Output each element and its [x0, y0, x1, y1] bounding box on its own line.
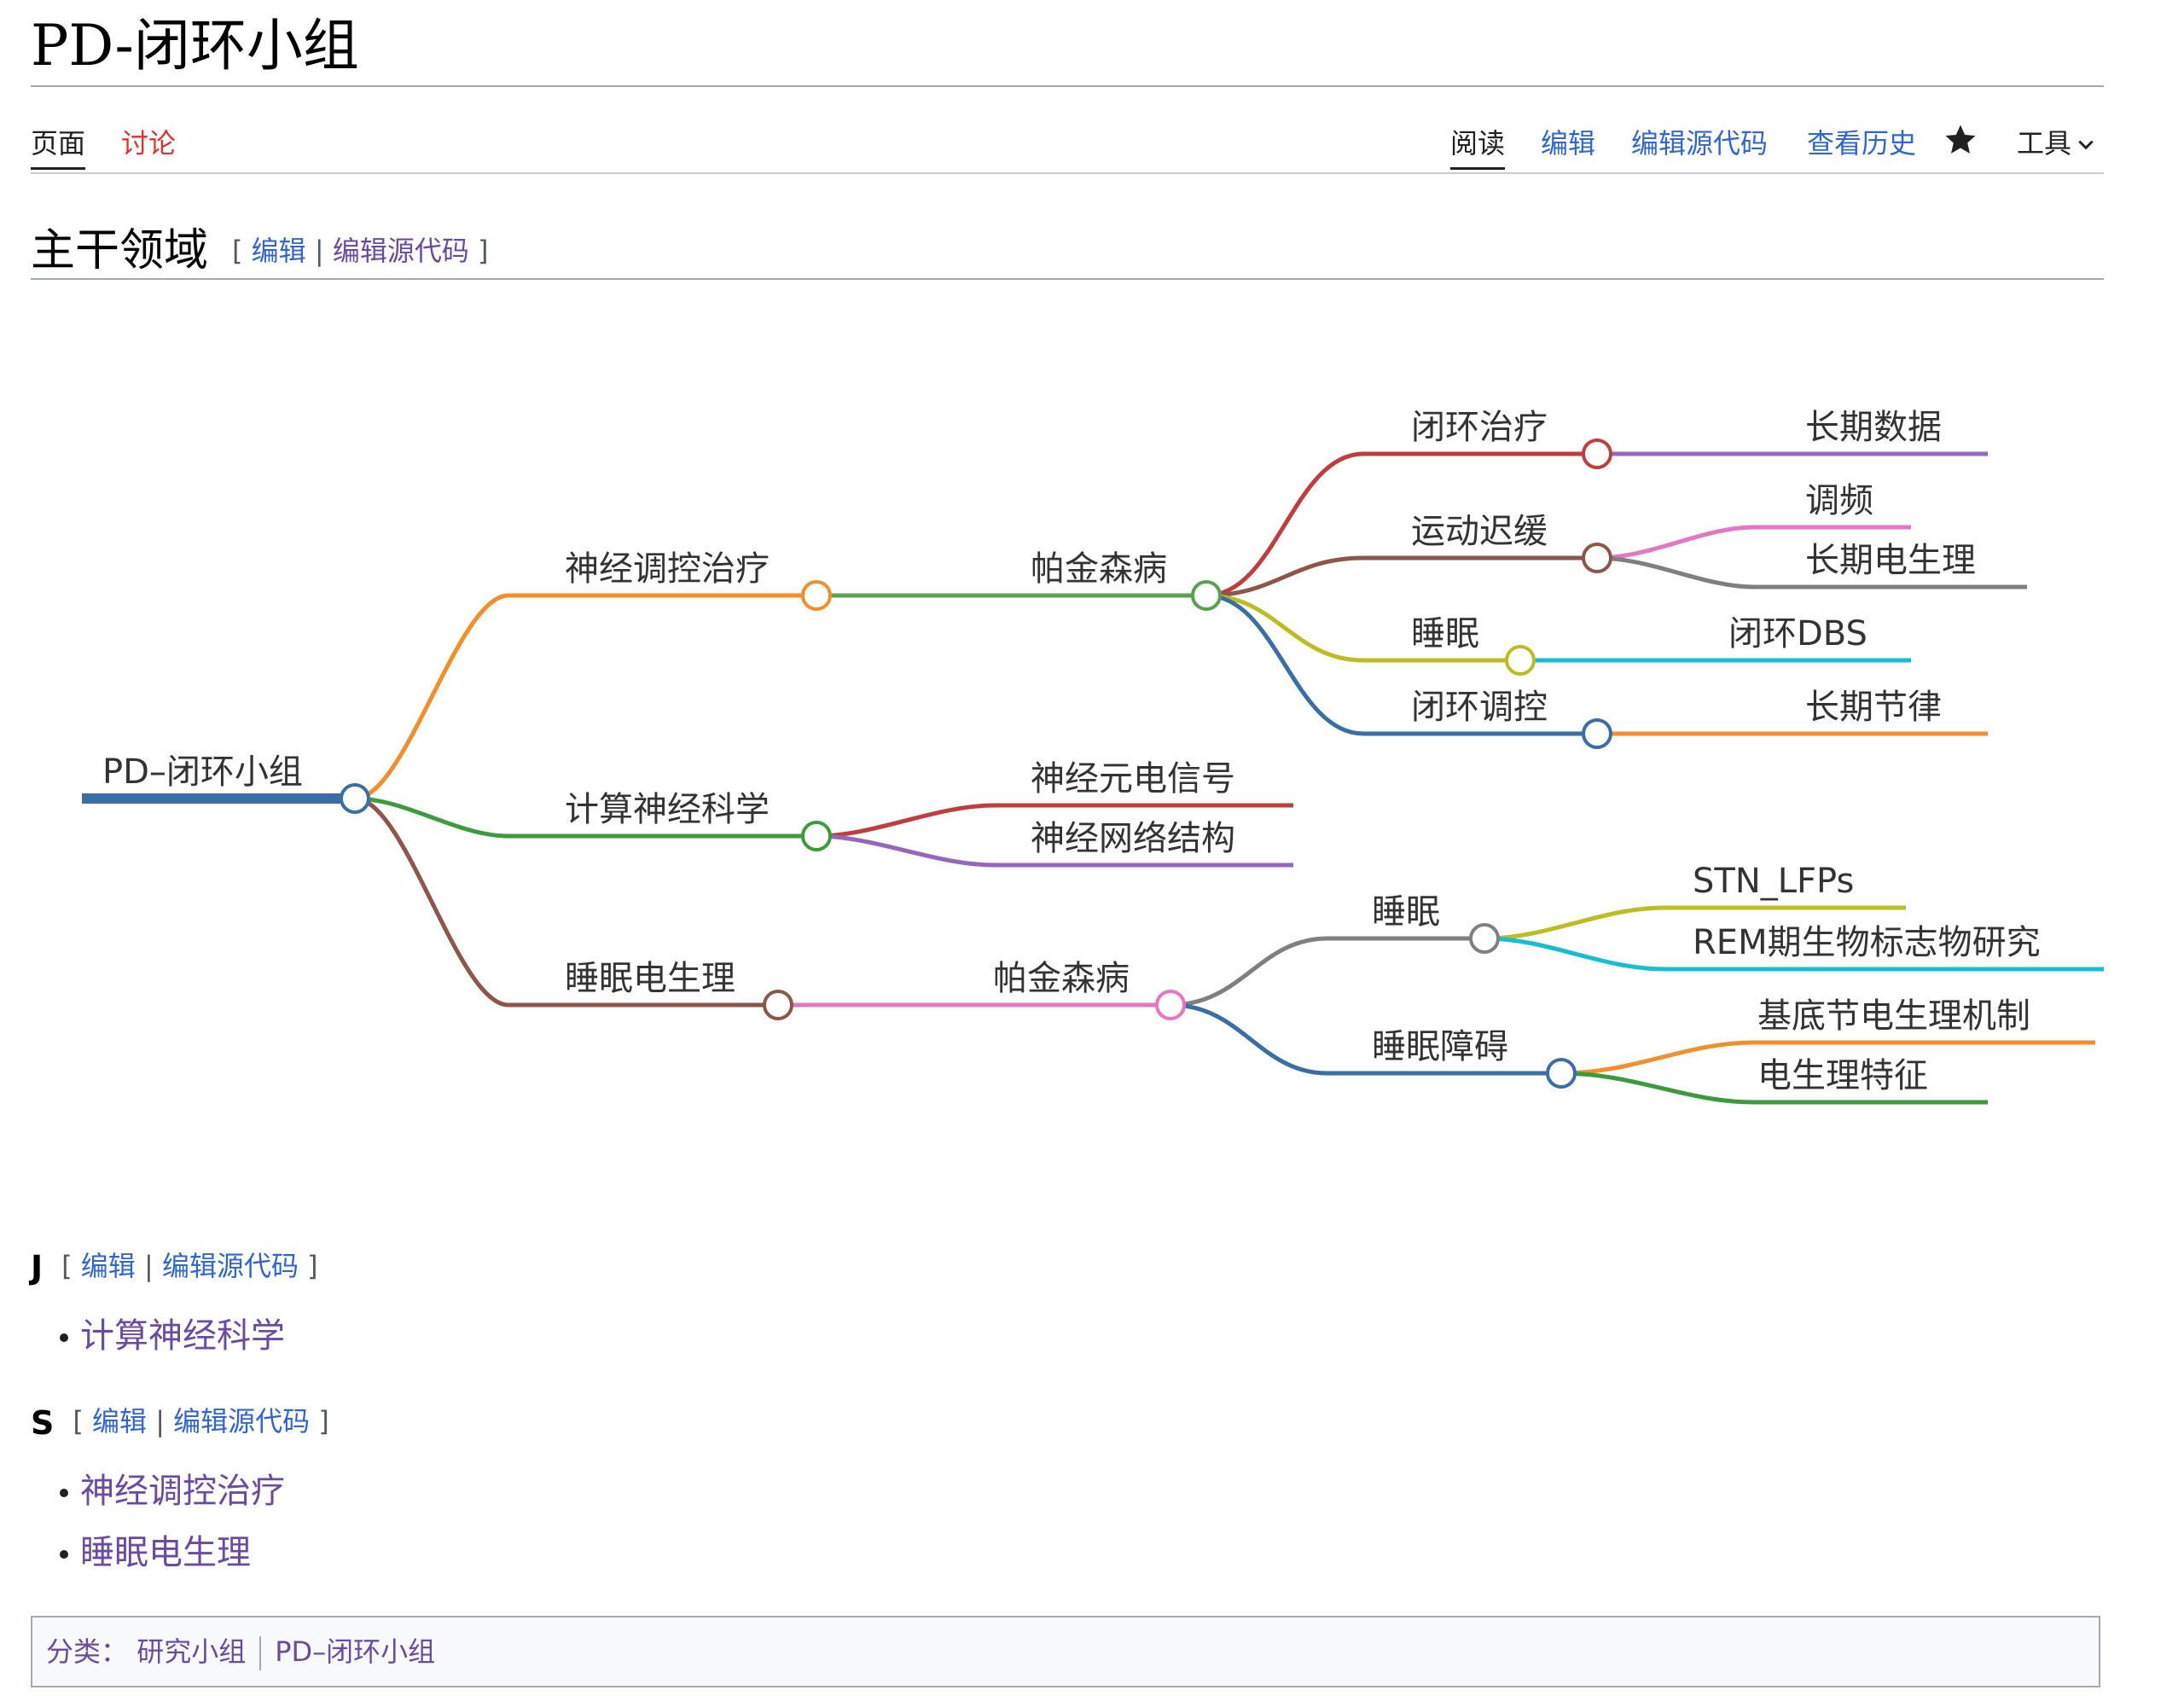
index-heading-s: S [ 编辑 | 编辑源代码 ]: [31, 1397, 329, 1447]
category-link[interactable]: PD–闭环小组: [275, 1635, 435, 1668]
bullet-icon: [60, 1550, 68, 1559]
index-edit-link[interactable]: 编辑: [81, 1250, 136, 1282]
node-label-closedloop-dbs: 闭环DBS: [1728, 614, 1867, 653]
node-label-sleep-disorder: 睡眠障碍: [1372, 1027, 1508, 1066]
index-edit-links: [ 编辑 | 编辑源代码 ]: [73, 1405, 329, 1438]
node-circle-bradykinesia[interactable]: [1582, 543, 1612, 573]
node-label-pd1: 帕金森病: [1031, 549, 1167, 589]
index-edit-links: [ 编辑 | 编辑源代码 ]: [61, 1250, 318, 1282]
node-label-network-structure: 神经网络结构: [1031, 819, 1235, 858]
index-letter: J: [31, 1249, 44, 1287]
edge-sleep2: [1170, 936, 1484, 1008]
node-circle-root[interactable]: [340, 783, 370, 814]
node-label-sleepephys: 睡眠电生理: [565, 959, 735, 998]
node-circle-sleep-disorder[interactable]: [1546, 1058, 1577, 1089]
index-edit-source-link[interactable]: 编辑源代码: [173, 1405, 310, 1438]
mindmap: PD–闭环小组 神经调控治疗 帕金森病 闭环治疗 长期数据 运动迟缓 调频 长期…: [82, 408, 2104, 1105]
category-links: 分类： 研究小组 PD–闭环小组: [31, 1616, 2100, 1687]
node-circle-pd2[interactable]: [1155, 990, 1186, 1020]
node-label-frequency: 调频: [1805, 481, 1873, 520]
node-label-sleep2: 睡眠: [1372, 892, 1440, 932]
node-label-closedloop-control: 闭环调控: [1411, 688, 1548, 727]
node-label-stn-lfps: STN_LFPs: [1693, 862, 1854, 901]
bullet-icon: [60, 1489, 68, 1497]
index-list-s: 神经调控治疗 睡眠电生理: [60, 1461, 285, 1583]
node-label-neuromod: 神经调控治疗: [565, 549, 770, 589]
page-link[interactable]: 睡眠电生理: [80, 1533, 251, 1572]
edge-bradykinesia: [1205, 555, 1597, 598]
index-edit-source-link[interactable]: 编辑源代码: [162, 1250, 299, 1282]
node-label-pd2: 帕金森病: [993, 959, 1130, 998]
node-label-bradykinesia: 运动迟缓: [1411, 512, 1548, 551]
node-label-basal-ganglia: 基底节电生理机制: [1757, 996, 2030, 1036]
node-circle-sleep2[interactable]: [1469, 923, 1500, 954]
category-separator: [259, 1636, 262, 1670]
page-link[interactable]: 神经调控治疗: [80, 1472, 285, 1511]
node-label-longterm-data: 长期数据: [1805, 408, 1942, 447]
list-item: 睡眠电生理: [60, 1522, 285, 1583]
index-list-j: 计算神经科学: [60, 1305, 285, 1367]
node-circle-sleep1[interactable]: [1505, 645, 1536, 676]
edge-neuromod: [354, 593, 816, 801]
node-label-neuron-signal: 神经元电信号: [1031, 759, 1235, 799]
bullet-icon: [60, 1333, 68, 1342]
node-circle-compneuro[interactable]: [801, 821, 832, 851]
category-link[interactable]: 研究小组: [136, 1635, 246, 1668]
list-item: 神经调控治疗: [60, 1461, 285, 1522]
index-edit-link[interactable]: 编辑: [92, 1405, 147, 1438]
node-label-compneuro: 计算神经科学: [565, 790, 770, 829]
node-label-closedloop-therapy: 闭环治疗: [1411, 408, 1548, 447]
index-heading-j: J [ 编辑 | 编辑源代码 ]: [31, 1242, 318, 1292]
node-label-rem-biomarker: REM期生物标志物研究: [1693, 923, 2041, 962]
category-label[interactable]: 分类：: [46, 1635, 128, 1668]
node-circle-closedloop-therapy[interactable]: [1582, 439, 1612, 469]
index-letter: S: [31, 1404, 55, 1442]
node-circle-neuromod[interactable]: [801, 580, 832, 611]
node-label-longterm-ephys: 长期电生理: [1805, 541, 1976, 580]
node-circle-sleepephys[interactable]: [763, 990, 793, 1020]
node-label-sleep1: 睡眠: [1411, 614, 1479, 653]
node-label-longterm-rhythm: 长期节律: [1805, 688, 1942, 727]
node-label-ephys-features: 电生理特征: [1757, 1056, 1928, 1095]
node-circle-pd1[interactable]: [1191, 580, 1222, 611]
list-item: 计算神经科学: [60, 1305, 285, 1367]
mindmap-root-label: PD–闭环小组: [102, 752, 303, 792]
page-link[interactable]: 计算神经科学: [80, 1316, 285, 1356]
node-circle-closedloop-control[interactable]: [1582, 718, 1612, 749]
